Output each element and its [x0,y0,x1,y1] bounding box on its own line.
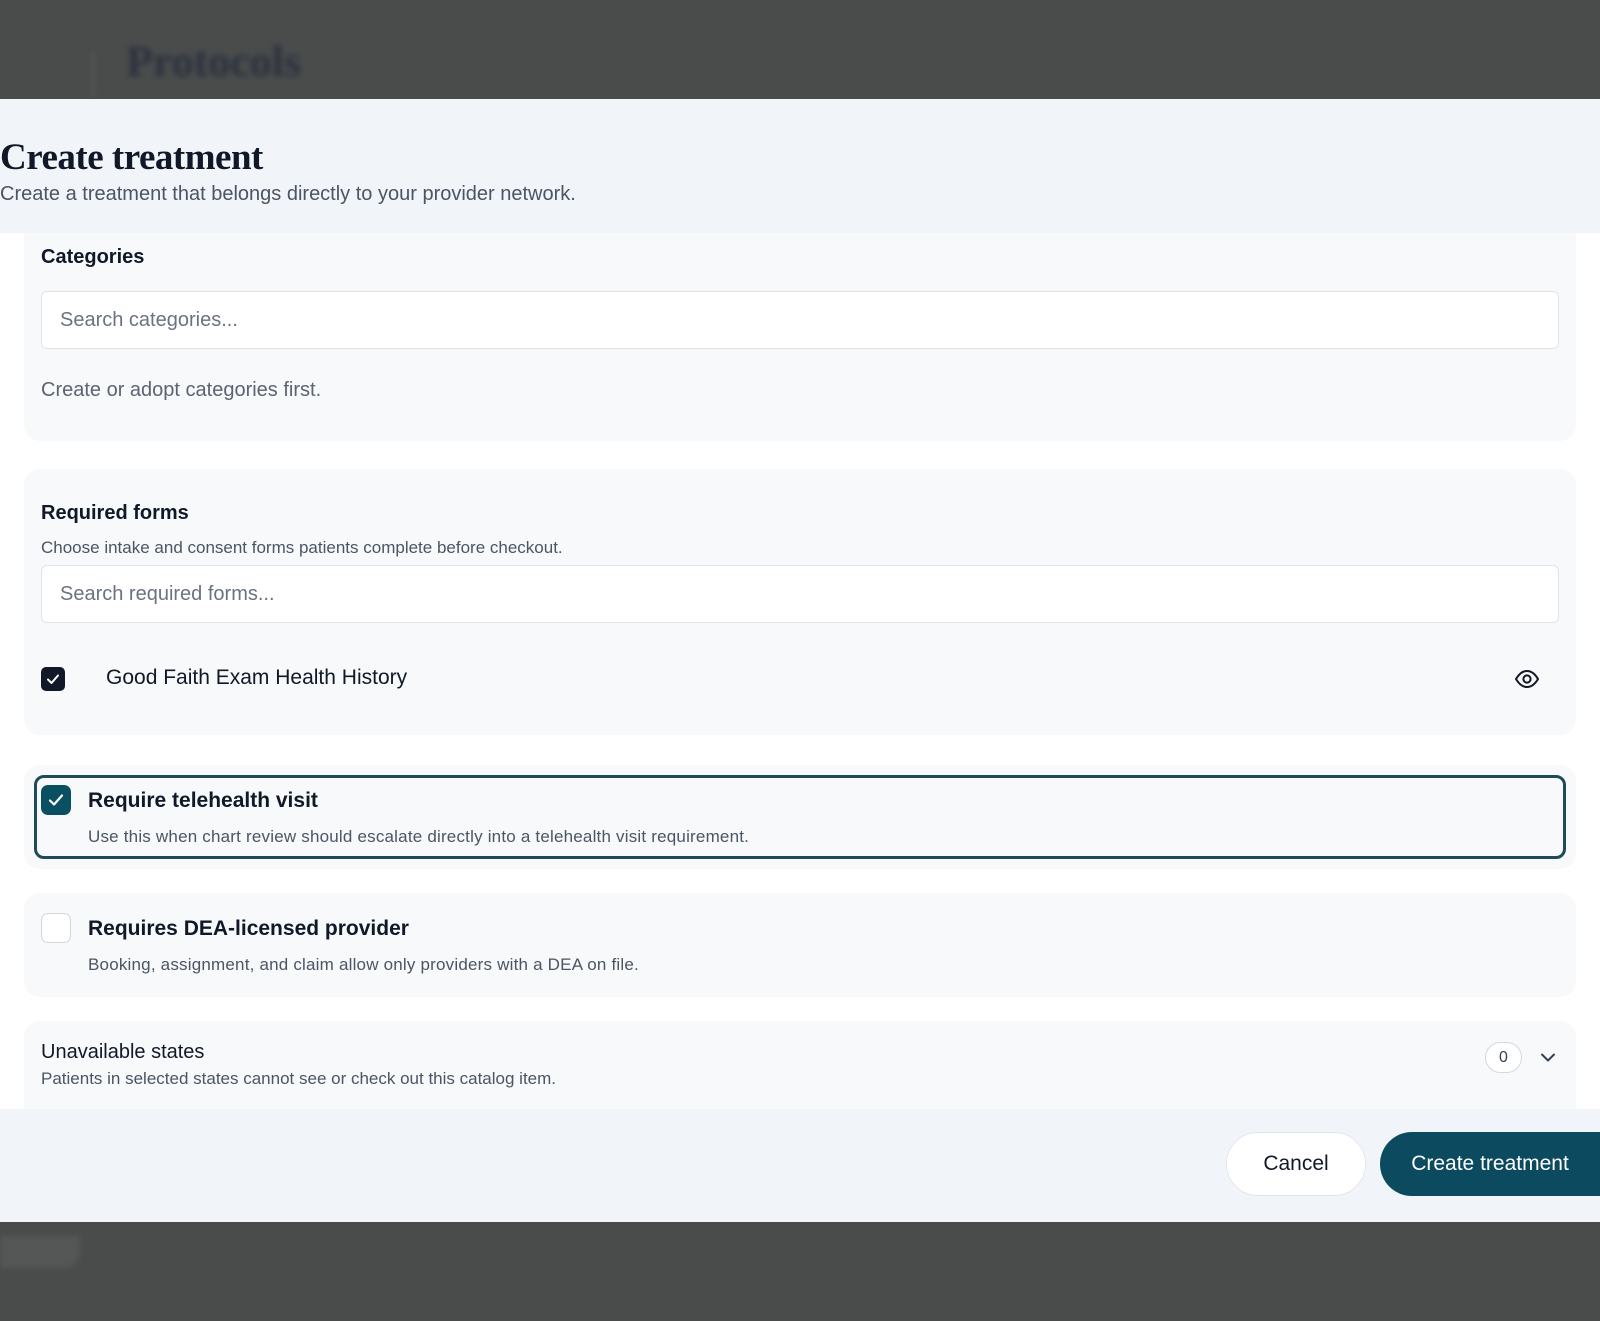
modal-body[interactable]: Categories Create or adopt categories fi… [0,233,1600,1109]
background-divider [92,52,94,98]
modal-subtitle: Create a treatment that belongs directly… [0,183,576,205]
telehealth-option[interactable]: Require telehealth visit Use this when c… [24,765,1576,869]
categories-search-input[interactable] [41,291,1559,349]
form-checkbox[interactable] [41,667,65,691]
telehealth-checkbox[interactable] [41,785,71,815]
dea-checkbox[interactable] [41,913,71,943]
categories-section: Categories Create or adopt categories fi… [24,233,1576,441]
unavailable-states-description: Patients in selected states cannot see o… [41,1069,557,1088]
create-treatment-button[interactable]: Create treatment [1380,1132,1600,1196]
create-treatment-modal: Create treatment Create a treatment that… [0,99,1600,1222]
form-label: Good Faith Exam Health History [106,666,408,689]
required-forms-title: Required forms [41,502,189,524]
telehealth-description: Use this when chart review should escala… [88,827,750,846]
chevron-down-icon[interactable] [1538,1047,1558,1067]
required-forms-section: Required forms Choose intake and consent… [24,469,1576,735]
categories-title: Categories [41,246,145,268]
categories-empty-text: Create or adopt categories first. [41,379,322,401]
modal-header: Create treatment Create a treatment that… [0,99,1600,233]
required-forms-search-input[interactable] [41,565,1559,623]
unavailable-states-section[interactable]: Unavailable states Patients in selected … [24,1021,1576,1109]
dea-title: Requires DEA-licensed provider [88,917,409,940]
telehealth-title: Require telehealth visit [88,789,318,812]
eye-icon[interactable] [1514,666,1540,692]
background-element [0,1236,80,1268]
selected-count-badge: 0 [1485,1042,1522,1073]
check-icon [47,674,59,684]
required-forms-description: Choose intake and consent forms patients… [41,538,563,557]
unavailable-states-title: Unavailable states [41,1041,205,1063]
dea-description: Booking, assignment, and claim allow onl… [88,955,639,974]
check-icon [48,794,64,806]
cancel-button[interactable]: Cancel [1226,1132,1366,1196]
modal-title: Create treatment [0,137,263,178]
modal-footer: Cancel Create treatment [0,1109,1600,1222]
background-page-title: Protocols [126,37,302,86]
dea-option[interactable]: Requires DEA-licensed provider Booking, … [24,893,1576,997]
